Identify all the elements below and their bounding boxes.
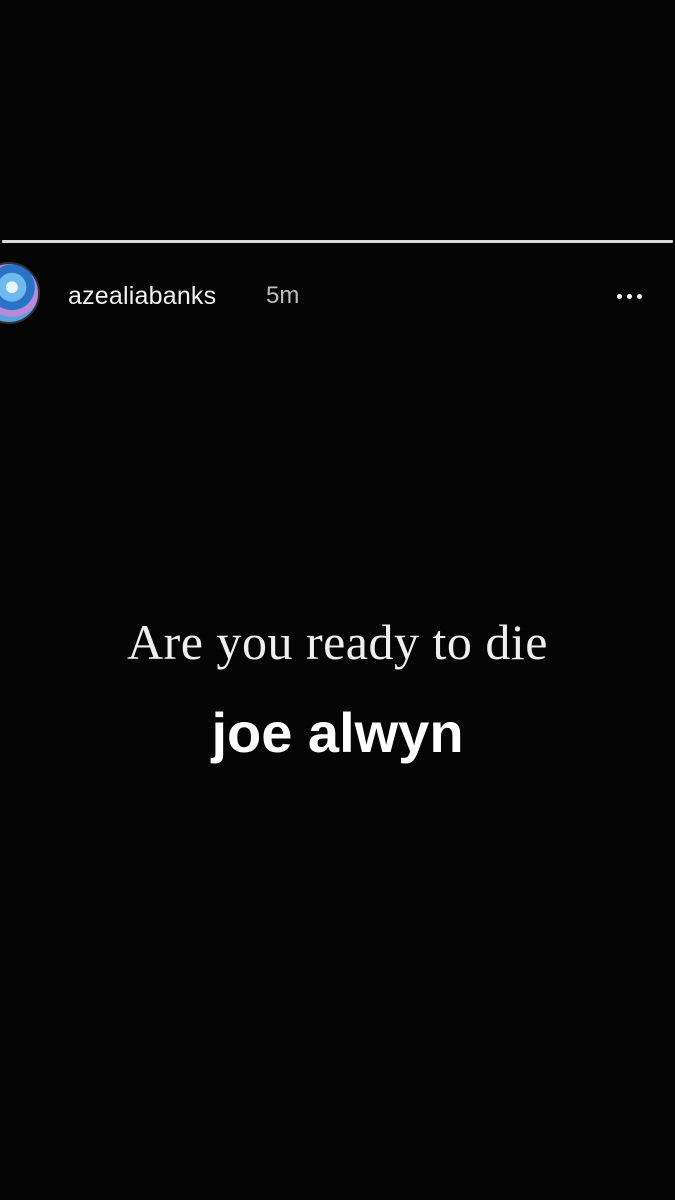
avatar[interactable] <box>0 262 40 324</box>
more-horizontal-icon <box>626 293 632 299</box>
story-caption-text: Are you ready to die <box>127 614 548 670</box>
story-viewer[interactable]: azealiabanks 5m Are you ready to die joe… <box>0 0 675 1200</box>
progress-segment <box>2 240 673 243</box>
more-options-button[interactable] <box>609 284 649 308</box>
story-progress-bar <box>0 240 675 244</box>
username[interactable]: azealiabanks <box>68 282 216 310</box>
more-horizontal-icon <box>616 293 622 299</box>
story-overlay-text: joe alwyn <box>211 701 464 764</box>
story-header: azealiabanks 5m <box>0 262 675 326</box>
more-horizontal-icon <box>636 293 642 299</box>
timestamp: 5m <box>266 282 300 309</box>
